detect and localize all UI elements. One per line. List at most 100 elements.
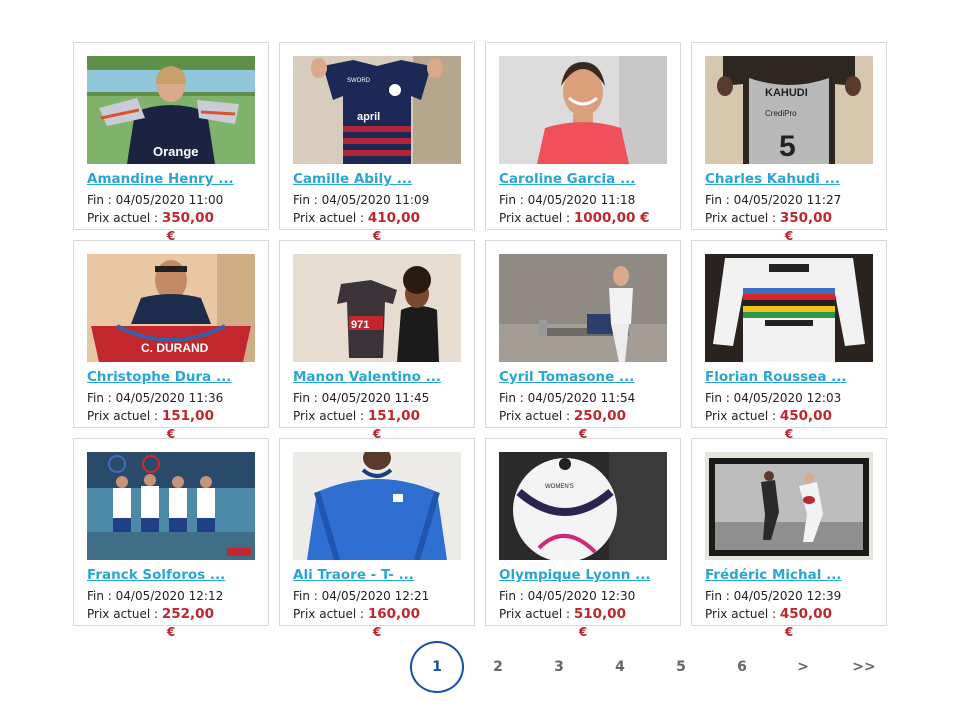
page-2-link[interactable]: 2: [471, 641, 525, 693]
lot-photo-durand-shirt[interactable]: C. DURAND: [87, 254, 255, 362]
lot-card-florian-rousseau[interactable]: Florian Roussea ... Fin : 04/05/2020 12:…: [691, 240, 887, 440]
price-value: 410,00: [367, 210, 420, 226]
end-datetime: 04/05/2020 11:00: [115, 193, 224, 207]
end-prefix: Fin :: [705, 589, 730, 603]
lot-end-date: Fin : 04/05/2020 11:36: [87, 391, 223, 405]
current-price: 160,00: [368, 606, 420, 622]
price-prefix: Prix actuel :: [499, 607, 571, 621]
price-value: 151,00: [161, 408, 214, 424]
last-page-button[interactable]: >>: [837, 641, 891, 693]
svg-text:C. DURAND: C. DURAND: [141, 341, 209, 355]
lot-photo-rainbow-jersey[interactable]: [705, 254, 873, 362]
svg-text:CrediPro: CrediPro: [765, 109, 797, 118]
price-prefix: Prix actuel :: [705, 409, 777, 423]
price-prefix: Prix actuel :: [87, 211, 159, 225]
lot-end-date: Fin : 04/05/2020 11:45: [293, 391, 429, 405]
lot-photo-tennis-player-portrait[interactable]: [499, 56, 667, 164]
lot-title[interactable]: Amandine Henry ...: [87, 171, 259, 187]
end-datetime: 04/05/2020 11:09: [321, 193, 430, 207]
lot-price: Prix actuel : 410,00: [293, 210, 420, 226]
end-datetime: 04/05/2020 11:36: [115, 391, 224, 405]
svg-text:971: 971: [351, 319, 369, 331]
lot-price: Prix actuel : 252,00: [87, 606, 214, 622]
lot-price: Prix actuel : 350,00: [87, 210, 214, 226]
lot-end-date: Fin : 04/05/2020 12:30: [499, 589, 635, 603]
end-prefix: Fin :: [499, 193, 524, 207]
lot-end-date: Fin : 04/05/2020 11:00: [87, 193, 223, 207]
lot-card-cyril-tomasone[interactable]: Cyril Tomasone ... Fin : 04/05/2020 11:5…: [485, 240, 681, 440]
price-prefix: Prix actuel :: [499, 211, 571, 225]
lot-photo-basketball-jersey[interactable]: KAHUDI CrediPro 5: [705, 56, 873, 164]
lot-card-christophe-durand[interactable]: C. DURAND Christophe Dura ... Fin : 04/0…: [73, 240, 269, 440]
current-price: 250,00: [574, 408, 626, 424]
lot-card-caroline-garcia[interactable]: Caroline Garcia ... Fin : 04/05/2020 11:…: [485, 42, 681, 230]
lot-card-manon-valentino[interactable]: 971 Manon Valentino ... Fin : 04/05/2020…: [279, 240, 475, 440]
lot-title[interactable]: Olympique Lyonn ...: [499, 567, 671, 583]
lot-title[interactable]: Caroline Garcia ...: [499, 171, 671, 187]
lot-photo-gymnast[interactable]: [499, 254, 667, 362]
end-datetime: 04/05/2020 12:39: [733, 589, 842, 603]
end-datetime: 04/05/2020 12:30: [527, 589, 636, 603]
svg-text:5: 5: [779, 130, 796, 163]
lot-photo-cycling-jersey[interactable]: 971: [293, 254, 461, 362]
page-4-link[interactable]: 4: [593, 641, 647, 693]
page-5-link[interactable]: 5: [654, 641, 708, 693]
lot-card-camille-abily[interactable]: april SWORD Camille Abily ... Fin : 04/0…: [279, 42, 475, 242]
lot-price: Prix actuel : 250,00: [499, 408, 626, 424]
price-currency: €: [784, 625, 794, 639]
end-datetime: 04/05/2020 11:18: [527, 193, 636, 207]
page-6-link[interactable]: 6: [715, 641, 769, 693]
lot-title[interactable]: Ali Traore - T- ...: [293, 567, 465, 583]
end-datetime: 04/05/2020 12:21: [321, 589, 430, 603]
price-value: 510,00: [573, 606, 626, 622]
page-3-link[interactable]: 3: [532, 641, 586, 693]
price-prefix: Prix actuel :: [87, 607, 159, 621]
lot-price: Prix actuel : 450,00: [705, 408, 832, 424]
lot-photo-player-holding-boots[interactable]: Orange: [87, 56, 255, 164]
price-value: 450,00: [779, 408, 832, 424]
lot-title[interactable]: Florian Roussea ...: [705, 369, 877, 385]
lot-photo-blue-france-shirt[interactable]: [293, 452, 461, 560]
lot-title[interactable]: Camille Abily ...: [293, 171, 465, 187]
svg-text:Orange: Orange: [153, 144, 199, 159]
price-prefix: Prix actuel :: [293, 409, 365, 423]
lot-title[interactable]: Cyril Tomasone ...: [499, 369, 671, 385]
lot-photo-lyon-jersey[interactable]: april SWORD: [293, 56, 461, 164]
lot-title[interactable]: Franck Solforos ...: [87, 567, 259, 583]
price-prefix: Prix actuel :: [499, 409, 571, 423]
lot-end-date: Fin : 04/05/2020 12:39: [705, 589, 841, 603]
page-1-current[interactable]: 1: [410, 641, 464, 693]
price-currency: €: [372, 625, 382, 639]
lot-card-olympique-lyonnais[interactable]: WOMEN'S Olympique Lyonn ... Fin : 04/05/…: [485, 438, 681, 638]
lot-title[interactable]: Manon Valentino ...: [293, 369, 465, 385]
end-prefix: Fin :: [293, 193, 318, 207]
lot-title[interactable]: Christophe Dura ...: [87, 369, 259, 385]
current-price: 510,00: [574, 606, 626, 622]
end-prefix: Fin :: [87, 391, 112, 405]
end-prefix: Fin :: [293, 589, 318, 603]
lot-end-date: Fin : 04/05/2020 11:18: [499, 193, 635, 207]
current-price: 1000,00 €: [574, 210, 650, 226]
price-currency-inline: €: [640, 210, 650, 226]
lot-title[interactable]: Frédéric Michal ...: [705, 567, 877, 583]
lot-photo-champions-league-ball[interactable]: WOMEN'S: [499, 452, 667, 560]
price-value: 250,00: [573, 408, 626, 424]
lot-title[interactable]: Charles Kahudi ...: [705, 171, 877, 187]
lot-card-frederic-michalak[interactable]: Frédéric Michal ... Fin : 04/05/2020 12:…: [691, 438, 887, 638]
lot-card-franck-solforosi[interactable]: Franck Solforos ... Fin : 04/05/2020 12:…: [73, 438, 269, 638]
lot-card-ali-traore[interactable]: Ali Traore - T- ... Fin : 04/05/2020 12:…: [279, 438, 475, 638]
lot-photo-framed-rugby[interactable]: [705, 452, 873, 560]
lot-photo-rowing-team[interactable]: [87, 452, 255, 560]
lot-price: Prix actuel : 151,00: [293, 408, 420, 424]
next-page-button[interactable]: >: [776, 641, 830, 693]
end-prefix: Fin :: [87, 193, 112, 207]
price-value: 1000,00: [573, 210, 636, 226]
lot-end-date: Fin : 04/05/2020 12:21: [293, 589, 429, 603]
lot-card-charles-kahudi[interactable]: KAHUDI CrediPro 5 Charles Kahudi ... Fin…: [691, 42, 887, 242]
lot-card-amandine-henry[interactable]: Orange Amandine Henry ... Fin : 04/05/20…: [73, 42, 269, 242]
lot-price: Prix actuel : 160,00: [293, 606, 420, 622]
end-datetime: 04/05/2020 11:27: [733, 193, 842, 207]
svg-text:april: april: [357, 111, 380, 123]
current-price: 151,00: [368, 408, 420, 424]
svg-text:SWORD: SWORD: [347, 78, 371, 84]
